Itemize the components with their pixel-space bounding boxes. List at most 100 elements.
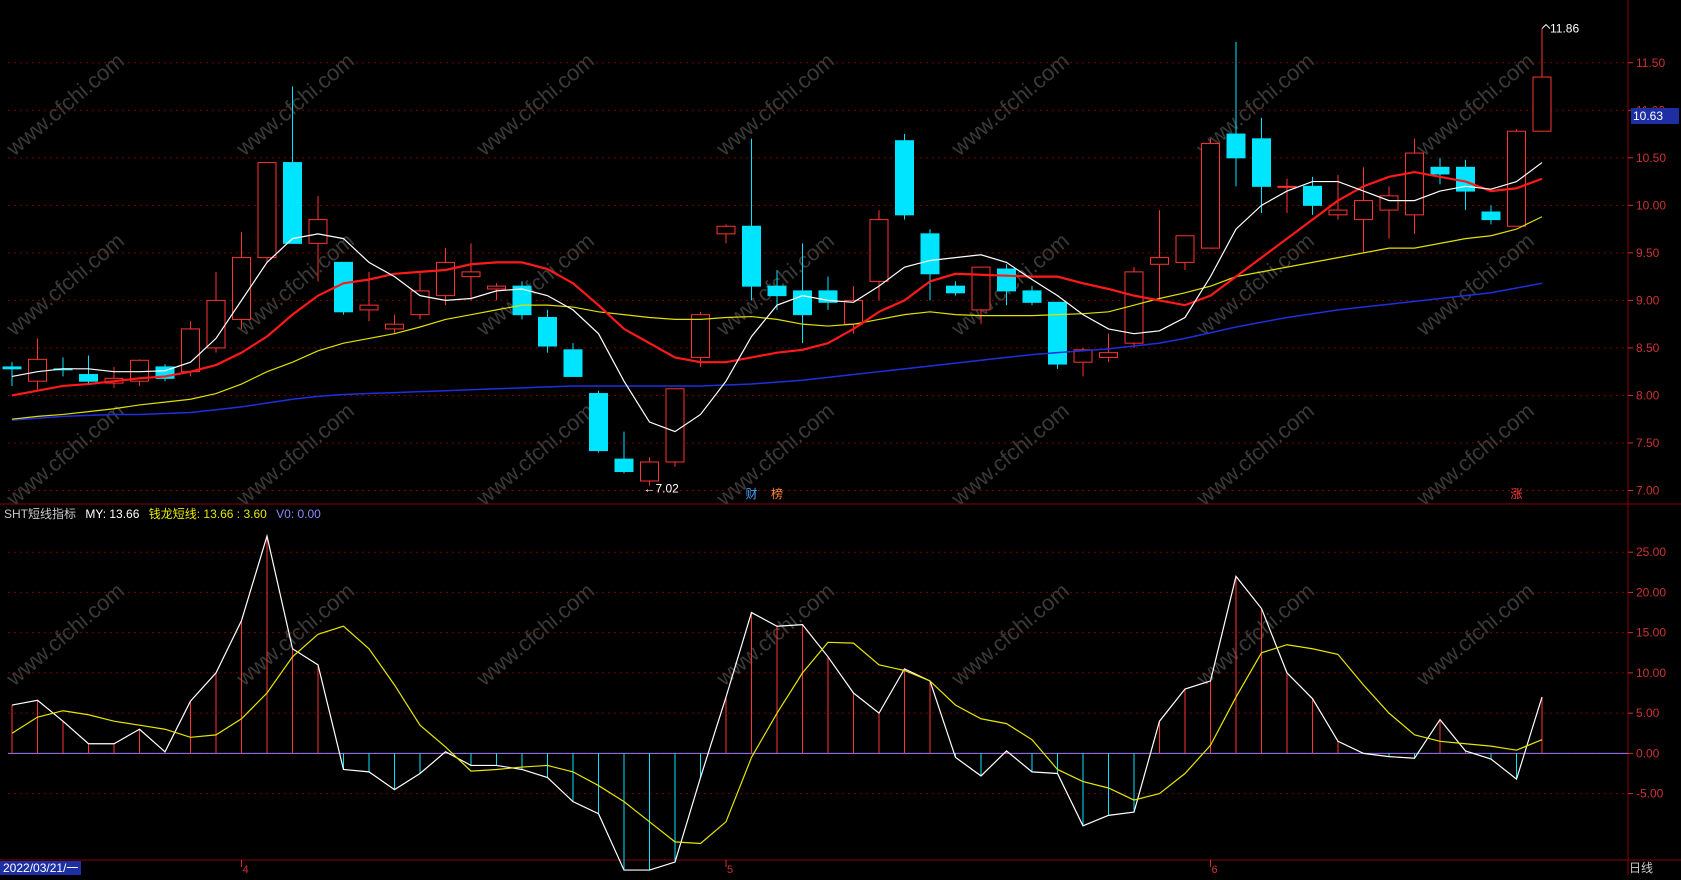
candle-body[interactable] — [79, 374, 98, 382]
price-tick-label: 8.50 — [1636, 341, 1660, 355]
indicator-name: SHT短线指标 — [4, 507, 77, 521]
candle-body[interactable] — [1328, 209, 1348, 216]
candle-body[interactable] — [283, 162, 302, 244]
candle-body[interactable] — [614, 458, 634, 472]
indicator-my-value: MY: 13.66 — [85, 507, 140, 521]
candle-body[interactable] — [181, 328, 200, 373]
candle-body[interactable] — [385, 323, 404, 330]
candle-body[interactable] — [1252, 138, 1271, 187]
chart-canvas[interactable]: www.cfchi.com www.cfchi.com www.cfchi.com w… — [0, 0, 1681, 876]
indicator-v0-value: V0: 0.00 — [276, 507, 321, 521]
price-tick-label: 7.00 — [1636, 483, 1660, 497]
price-tick-label: 8.00 — [1636, 388, 1660, 402]
candle-body[interactable] — [691, 314, 710, 358]
watermark-text: www.cfchi.com — [1411, 578, 1539, 691]
candle-body[interactable] — [1303, 185, 1322, 206]
watermark-text: www.cfchi.com — [471, 48, 599, 161]
candle-body[interactable] — [257, 162, 277, 259]
candle-body[interactable] — [1048, 301, 1067, 365]
candle-body[interactable] — [308, 219, 328, 244]
candle-body[interactable] — [716, 225, 736, 235]
event-marker[interactable]: 榜 — [771, 486, 783, 501]
candle-body[interactable] — [1150, 257, 1169, 265]
candle-body[interactable] — [1099, 352, 1118, 358]
candle-body[interactable] — [997, 268, 1016, 292]
candle-body[interactable] — [1022, 290, 1042, 303]
candle-body[interactable] — [1277, 185, 1297, 188]
watermark-text: www.cfchi.com — [711, 228, 839, 341]
date-tick-label: 6 — [1212, 864, 1218, 875]
watermark-text: www.cfchi.com — [471, 578, 599, 691]
indicator-label-bar: SHT短线指标 MY: 13.66 钱龙短线: 13.66 : 3.60 V0:… — [4, 505, 327, 522]
price-tick-label: 9.00 — [1636, 293, 1660, 307]
indicator-tick-label: -5.00 — [1636, 787, 1664, 801]
event-marker[interactable]: 涨 — [1511, 486, 1523, 501]
price-tick-label: 10.50 — [1636, 151, 1666, 165]
indicator-tick-label: 0.00 — [1636, 746, 1660, 760]
candle-body[interactable] — [589, 393, 608, 452]
watermark-text: www.cfchi.com — [1, 578, 129, 691]
watermark-text: www.cfchi.com — [946, 48, 1074, 161]
candle-body[interactable] — [359, 304, 379, 311]
watermark-text: www.cfchi.com — [231, 578, 359, 691]
watermark-text: www.cfchi.com — [946, 578, 1074, 691]
price-tick-label: 9.50 — [1636, 246, 1660, 260]
watermark-text: www.cfchi.com — [711, 48, 839, 161]
candle-body[interactable] — [1175, 235, 1195, 263]
event-marker[interactable]: 财 — [746, 487, 758, 501]
candle-body[interactable] — [1226, 133, 1246, 159]
watermark-text: www.cfchi.com — [1, 48, 129, 161]
watermark-text: www.cfchi.com — [946, 398, 1074, 511]
watermark-text: www.cfchi.com — [471, 228, 599, 341]
price-tick-label: 7.50 — [1636, 436, 1660, 450]
watermark-text: www.cfchi.com — [231, 48, 359, 161]
indicator-tick-label: 25.00 — [1636, 545, 1666, 559]
price-tick-label: 11.50 — [1636, 56, 1665, 70]
candle-body[interactable] — [869, 219, 889, 282]
current-price-tag: 10.63 — [1631, 108, 1679, 124]
candle-body[interactable] — [767, 285, 787, 297]
candle-body[interactable] — [793, 290, 812, 316]
watermark-text: www.cfchi.com — [1, 228, 129, 341]
watermark-text: www.cfchi.com — [711, 578, 839, 691]
low-price-annotation: ←7.02 — [644, 482, 680, 496]
candle-body[interactable] — [1354, 200, 1373, 221]
price-tick-label: 10.00 — [1636, 198, 1666, 212]
date-cursor-label: 2022/03/21/一 — [0, 861, 82, 875]
candle-body[interactable] — [563, 349, 583, 377]
indicator-tick-label: 10.00 — [1636, 666, 1666, 680]
candle-body[interactable] — [410, 290, 430, 316]
candle-body[interactable] — [538, 317, 557, 347]
period-label[interactable]: 日线 — [1629, 861, 1653, 875]
high-price-annotation: 11.86 — [1550, 22, 1579, 36]
candle-body[interactable] — [946, 285, 965, 294]
candle-body[interactable] — [487, 285, 506, 290]
date-tick-label: 5 — [727, 864, 733, 875]
candle-body[interactable] — [895, 140, 914, 216]
indicator-tick-label: 20.00 — [1636, 585, 1666, 599]
candle-body[interactable] — [1430, 166, 1450, 175]
candle-body[interactable] — [1481, 211, 1501, 221]
stock-chart-stage[interactable]: www.cfchi.com www.cfchi.com www.cfchi.com w… — [0, 0, 1681, 876]
candle-body[interactable] — [2, 366, 22, 370]
indicator-tick-label: 15.00 — [1636, 626, 1666, 640]
candle-body[interactable] — [742, 225, 761, 287]
candle-body[interactable] — [28, 358, 47, 382]
candle-body[interactable] — [1405, 152, 1424, 216]
candle-body[interactable] — [436, 261, 455, 297]
indicator-tick-label: 5.00 — [1636, 706, 1660, 720]
watermark-text: www.cfchi.com — [471, 398, 599, 511]
candle-body[interactable] — [1201, 143, 1220, 249]
candle-body[interactable] — [640, 461, 659, 482]
candle-body[interactable] — [844, 299, 863, 325]
candle-body[interactable] — [665, 388, 685, 463]
candle-body[interactable] — [920, 233, 940, 275]
candle-body[interactable] — [461, 271, 481, 278]
candle-body[interactable] — [1532, 76, 1552, 132]
candle-body[interactable] — [1507, 130, 1526, 227]
watermark-text: www.cfchi.com — [1191, 398, 1319, 511]
high-marker-icon — [1541, 23, 1551, 29]
candle-body[interactable] — [206, 299, 226, 349]
date-tick-label: 4 — [243, 864, 249, 875]
indicator-qianlong-value: 钱龙短线: 13.66 : 3.60 — [148, 507, 267, 521]
